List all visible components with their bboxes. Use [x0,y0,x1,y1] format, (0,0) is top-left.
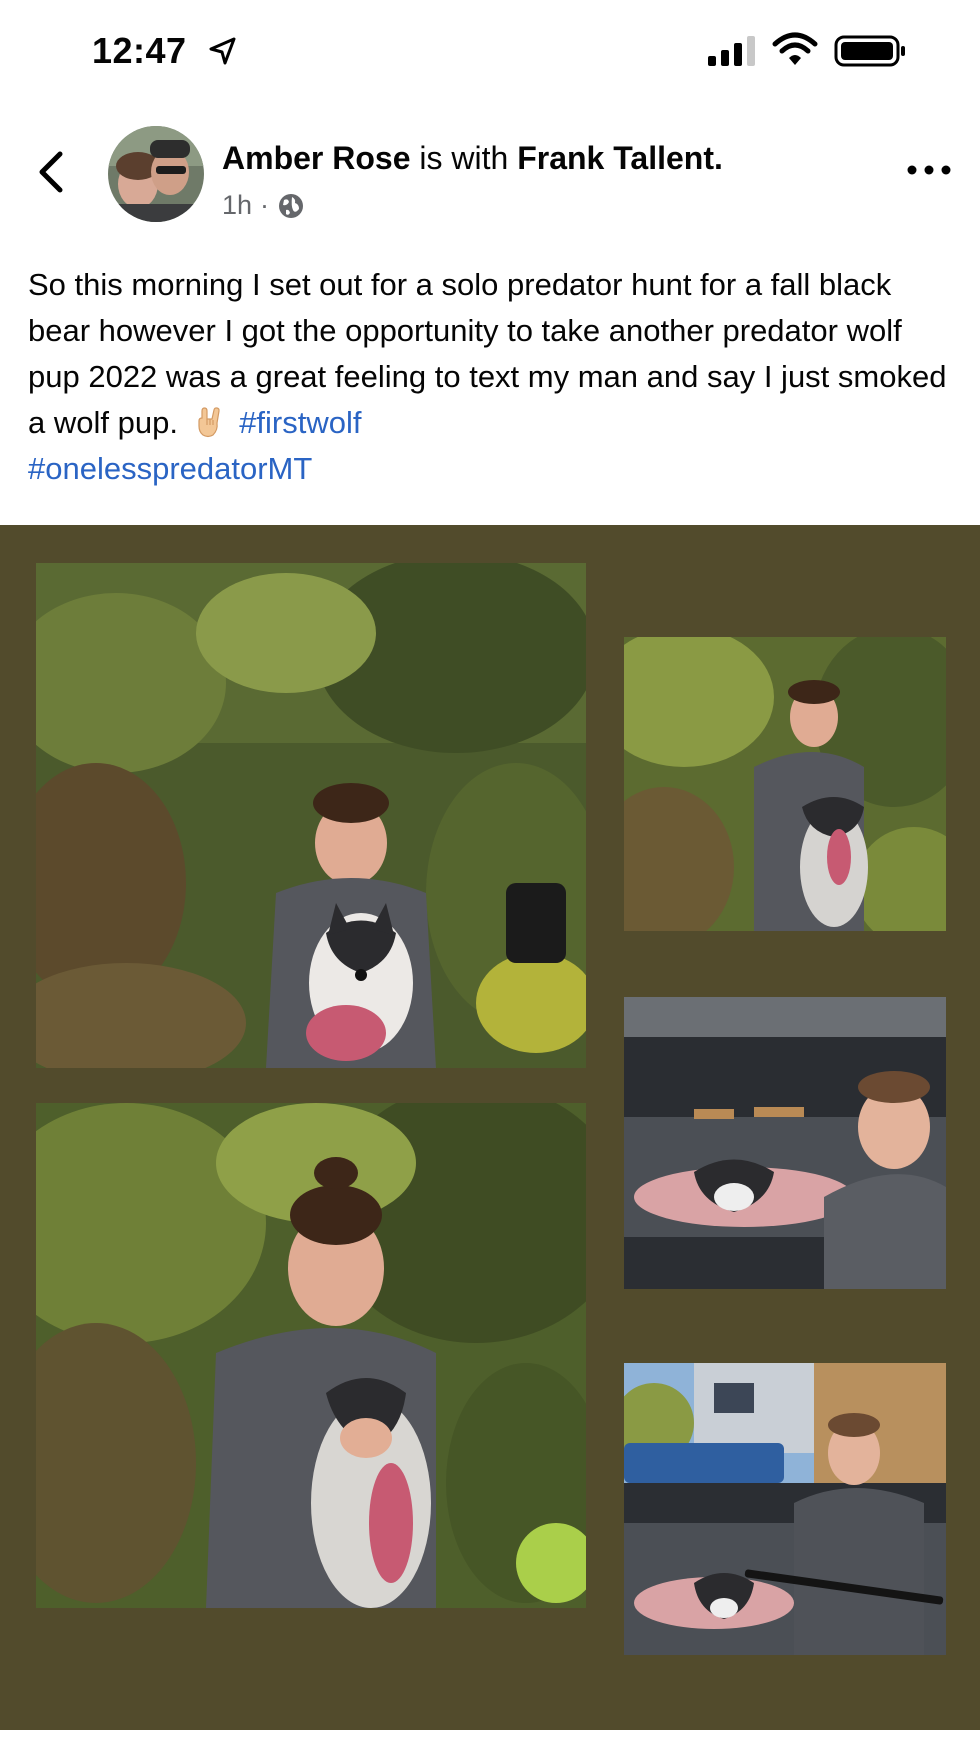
rock-on-hand-emoji [193,405,227,439]
author-name[interactable]: Amber Rose [222,140,411,176]
status-bar: 12:47 [0,0,980,100]
post-text: So this morning I set out for a solo pre… [28,267,947,440]
post-time[interactable]: 1h [222,190,252,221]
back-chevron-icon[interactable] [36,150,66,194]
post-body: So this morning I set out for a solo pre… [28,262,958,492]
tagged-name[interactable]: Frank Tallent. [517,140,723,176]
hashtag-onelesspredatormt[interactable]: #onelesspredatorMT [28,451,312,486]
collage-photo-2[interactable] [624,637,946,931]
collage-photo-1[interactable] [36,563,586,1068]
battery-icon [834,35,905,67]
collage-photo-3[interactable] [624,997,946,1289]
location-arrow-icon [209,37,236,65]
status-time: 12:47 [92,30,187,71]
wifi-icon [772,32,818,65]
bottom-edge [0,1730,980,1744]
photo-collage[interactable] [0,525,980,1730]
more-options-icon[interactable] [906,160,952,180]
with-text: is with [410,140,518,176]
post-meta: 1h · [222,190,305,221]
collage-photo-5[interactable] [624,1363,946,1655]
meta-separator: · [260,190,270,220]
globe-icon [279,193,304,218]
avatar[interactable] [108,126,204,222]
post-author-line: Amber Rose is with Frank Tallent. [222,140,723,177]
hashtag-firstwolf[interactable]: #firstwolf [239,405,361,440]
collage-photo-4[interactable] [36,1103,586,1608]
cellular-signal-icon [708,36,755,66]
